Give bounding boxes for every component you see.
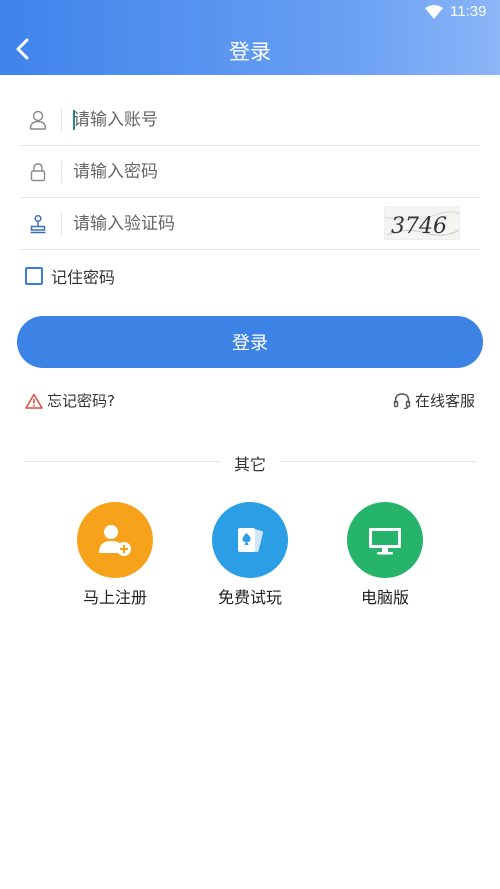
- customer-service-link[interactable]: 在线客服: [393, 390, 475, 411]
- cards-icon: [238, 527, 263, 553]
- free-trial-label: 免费试玩: [217, 588, 282, 607]
- captcha-image[interactable]: 3746: [384, 206, 460, 240]
- stamp-icon: [28, 213, 48, 235]
- password-field: [20, 146, 480, 198]
- page-title: 登录: [229, 40, 271, 64]
- warning-icon: [25, 393, 43, 409]
- app-header: 11:39 登录: [0, 0, 500, 75]
- captcha-input[interactable]: [73, 208, 313, 240]
- field-separator: [61, 213, 62, 235]
- register-option[interactable]: 马上注册: [65, 502, 165, 608]
- text-cursor: [73, 110, 75, 130]
- remember-checkbox[interactable]: [25, 267, 43, 285]
- register-label: 马上注册: [82, 588, 147, 607]
- account-input[interactable]: [73, 104, 373, 136]
- lock-icon: [28, 161, 48, 183]
- forgot-password-link[interactable]: 忘记密码?: [25, 390, 115, 411]
- password-input[interactable]: [73, 156, 373, 188]
- other-section-title: 其它: [233, 455, 266, 474]
- remember-label: 记住密码: [51, 268, 116, 287]
- desktop-version-circle: [347, 502, 423, 578]
- status-time: 11:39: [450, 3, 487, 20]
- status-bar: 11:39: [0, 0, 500, 26]
- free-trial-circle: [212, 502, 288, 578]
- desktop-version-option[interactable]: 电脑版: [335, 502, 435, 608]
- remember-password-toggle[interactable]: 记住密码: [25, 264, 115, 288]
- customer-service-label: 在线客服: [414, 392, 475, 410]
- desktop-version-label: 电脑版: [360, 588, 409, 607]
- register-circle: [77, 502, 153, 578]
- captcha-field: 3746: [20, 198, 480, 250]
- field-separator: [61, 109, 62, 131]
- headset-icon: [393, 392, 411, 409]
- captcha-text: 3746: [391, 214, 447, 239]
- user-icon: [28, 109, 48, 131]
- monitor-icon: [369, 528, 401, 555]
- free-trial-option[interactable]: 免费试玩: [200, 502, 300, 608]
- add-user-icon: [99, 525, 131, 556]
- wifi-icon: [425, 5, 443, 19]
- field-separator: [61, 161, 62, 183]
- account-field: [20, 94, 480, 146]
- login-button[interactable]: 登录: [17, 316, 483, 368]
- forgot-password-label: 忘记密码?: [47, 392, 115, 410]
